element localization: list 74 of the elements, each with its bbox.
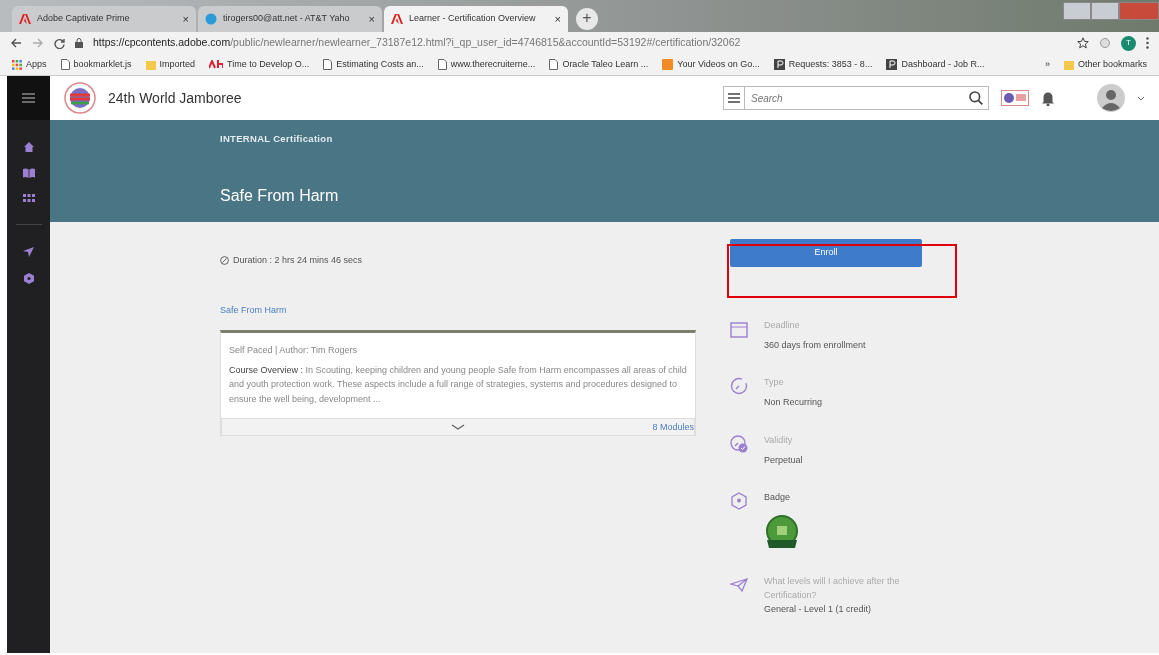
detail-label: Deadline (764, 319, 801, 332)
bookmark-link[interactable]: bookmarklet.js (60, 57, 132, 72)
bookmark-link[interactable]: Estimating Costs an... (323, 57, 424, 72)
atd-logo-icon (209, 60, 224, 69)
search-field[interactable]: Search (745, 86, 989, 110)
timer-icon (730, 377, 748, 396)
duration-text: Duration : 2 hrs 24 mins 46 secs (233, 254, 363, 267)
globe-icon (205, 13, 217, 25)
page-icon (549, 59, 559, 70)
bookmark-link[interactable]: Your Videos on Go... (662, 57, 760, 72)
profile-avatar[interactable]: T (1121, 35, 1136, 51)
browser-tab[interactable]: Adobe Captivate Prime × (12, 6, 196, 32)
url-field[interactable]: https://cpcontents.adobe.com/public/newlearner/newlearner_73187e12.html?i_qp_user_id=4746815&accountId=53192#/certification/32062 (93, 35, 1067, 51)
app-title: 24th World Jamboree (108, 88, 242, 108)
detail-label: Badge (764, 491, 792, 505)
enroll-button[interactable]: Enroll (730, 239, 922, 267)
expand-chevron-icon[interactable] (451, 424, 465, 431)
bookmark-link[interactable]: Dashboard - Job R... (886, 57, 985, 72)
bookmark-folder[interactable]: Other bookmarks (1063, 57, 1147, 72)
hexagon-icon[interactable] (23, 273, 34, 284)
grid-icon[interactable] (22, 194, 35, 202)
bookmark-link[interactable]: Oracle Taleo Learn ... (549, 57, 649, 72)
apps-grid-icon (12, 59, 22, 70)
chevron-down-icon[interactable] (1137, 95, 1145, 101)
tab-close-button[interactable]: × (182, 10, 189, 28)
avatar-silhouette-icon[interactable] (1097, 84, 1125, 112)
bell-icon[interactable] (1041, 90, 1055, 106)
course-meta: Self Paced | Author: Tim Rogers (229, 343, 358, 357)
detail-value: Perpetual (764, 453, 804, 467)
globe-logo-icon (64, 82, 96, 114)
tab-close-button[interactable]: × (554, 10, 561, 28)
adobe-logo-icon (391, 13, 403, 25)
calendar-icon (730, 319, 748, 338)
detail-value: Non Recurring (764, 396, 824, 410)
page-icon (437, 59, 447, 70)
course-overview: Course Overview : In Scouting, keeping children and young people Safe from Harm encompasses all areas of child and youth protection work. These aspects include a full range of strategies, systems and procedures designed to ensure the well being, development ... (229, 363, 687, 406)
list-menu-icon (728, 93, 740, 103)
paper-plane-icon[interactable] (23, 247, 34, 257)
bookmark-link[interactable]: Time to Develop O... (209, 57, 310, 72)
menu-icon[interactable] (22, 93, 35, 103)
book-icon[interactable] (22, 168, 35, 178)
modules-link[interactable]: 8 Modules (652, 421, 694, 435)
clock-check-icon (730, 434, 748, 453)
p-logo-icon (886, 59, 898, 70)
browser-tab[interactable]: tirogers00@att.net - AT&T Yaho × (198, 6, 382, 32)
bookmark-link[interactable]: Apps (12, 57, 47, 72)
bookmark-link[interactable]: Requests: 3853 - 8... (773, 57, 873, 72)
reload-icon[interactable] (54, 37, 65, 49)
more-bookmarks-button[interactable]: » (1044, 57, 1050, 72)
page-icon (323, 59, 333, 70)
more-menu-icon[interactable] (1146, 37, 1149, 49)
bookmark-link[interactable]: www.therecruiterne... (437, 57, 536, 72)
star-icon[interactable] (1077, 37, 1089, 49)
adobe-logo-icon (19, 13, 31, 25)
p-logo-icon (773, 59, 785, 70)
detail-value: General - Level 1 (1 credit) (764, 603, 873, 617)
detail-label: Type (764, 376, 785, 390)
certification-title: Safe From Harm (220, 186, 340, 207)
filter-menu-button[interactable] (723, 86, 745, 110)
browser-tab[interactable]: Learner - Certification Overview × (384, 6, 568, 32)
lock-icon (75, 38, 83, 48)
certification-type-label: INTERNAL Certification (220, 132, 334, 146)
badge-hexagon-icon (730, 492, 748, 511)
detail-value: 360 days from enrollment (764, 338, 867, 352)
course-link[interactable]: Safe From Harm (220, 303, 287, 317)
page-icon (60, 59, 70, 70)
home-icon[interactable] (23, 142, 34, 152)
paper-plane-icon (730, 578, 748, 593)
detail-label: Validity (764, 433, 794, 447)
tab-close-button[interactable]: × (368, 10, 375, 28)
search-icon[interactable] (969, 91, 983, 105)
new-tab-button[interactable]: + (576, 8, 598, 30)
bookmark-link[interactable]: Imported (145, 57, 196, 72)
back-arrow-icon[interactable] (10, 38, 22, 48)
